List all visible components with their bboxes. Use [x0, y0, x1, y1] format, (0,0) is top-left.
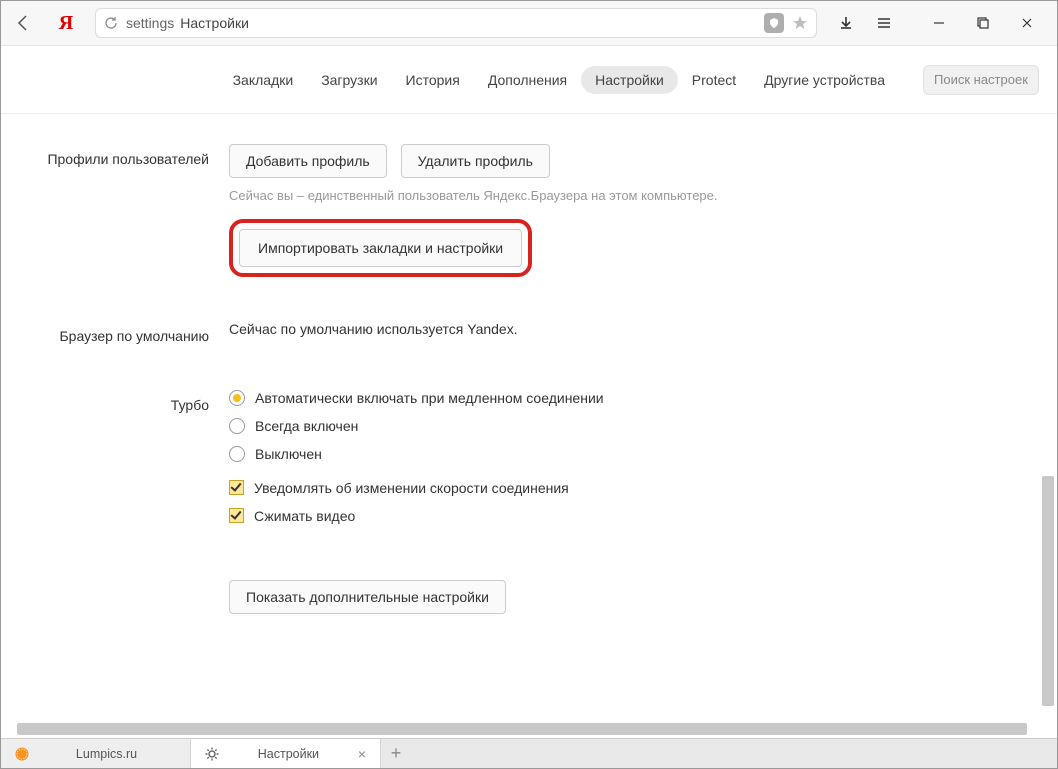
delete-profile-button[interactable]: Удалить профиль: [401, 144, 550, 178]
tab-title: Lumpics.ru: [37, 747, 176, 761]
tab-settings[interactable]: Настройки ×: [191, 739, 381, 768]
nav-history[interactable]: История: [392, 66, 474, 94]
turbo-radio-always[interactable]: Всегда включен: [229, 418, 1017, 434]
back-button[interactable]: [9, 9, 37, 37]
nav-downloads[interactable]: Загрузки: [307, 66, 391, 94]
downloads-button[interactable]: [829, 8, 863, 38]
orange-circle-icon: [15, 747, 29, 761]
settings-search-input[interactable]: Поиск настроек: [923, 65, 1039, 95]
section-label-turbo: Турбо: [1, 390, 229, 536]
checkbox-icon: [229, 508, 244, 523]
bookmark-star-icon[interactable]: [790, 13, 810, 33]
import-highlight: Импортировать закладки и настройки: [229, 219, 532, 277]
section-turbo: Турбо Автоматически включать при медленн…: [1, 390, 1057, 536]
tab-lumpics[interactable]: Lumpics.ru: [1, 739, 191, 768]
turbo-check-compress[interactable]: Сжимать видео: [229, 508, 1017, 524]
section-default-browser: Браузер по умолчанию Сейчас по умолчанию…: [1, 321, 1057, 346]
horizontal-scrollbar-thumb[interactable]: [17, 723, 1027, 735]
nav-extensions[interactable]: Дополнения: [474, 66, 581, 94]
radio-icon: [229, 446, 245, 462]
yandex-logo-icon[interactable]: Я: [53, 10, 79, 36]
url-path: settings: [126, 15, 174, 31]
close-icon[interactable]: ×: [358, 746, 366, 762]
address-bar[interactable]: settings Настройки: [95, 8, 817, 38]
nav-other-devices[interactable]: Другие устройства: [750, 66, 899, 94]
url-title: Настройки: [180, 15, 249, 31]
nav-bookmarks[interactable]: Закладки: [219, 66, 308, 94]
tab-title: Настройки: [227, 747, 350, 761]
protect-shield-icon[interactable]: [764, 13, 784, 33]
import-bookmarks-button[interactable]: Импортировать закладки и настройки: [239, 229, 522, 267]
close-button[interactable]: [1005, 8, 1049, 38]
search-placeholder: Поиск настроек: [934, 72, 1028, 87]
gear-icon: [205, 747, 219, 761]
show-advanced-button[interactable]: Показать дополнительные настройки: [229, 580, 506, 614]
checkbox-icon: [229, 480, 244, 495]
section-profiles: Профили пользователей Добавить профиль У…: [1, 144, 1057, 277]
page-content: Закладки Загрузки История Дополнения Нас…: [1, 46, 1057, 738]
vertical-scrollbar-thumb[interactable]: [1042, 476, 1054, 706]
window-controls: [917, 8, 1049, 38]
reload-icon[interactable]: [102, 14, 120, 32]
radio-icon: [229, 390, 245, 406]
section-label-default-browser: Браузер по умолчанию: [1, 321, 229, 346]
browser-tabbar: Lumpics.ru Настройки × +: [1, 738, 1057, 768]
section-advanced: Показать дополнительные настройки: [1, 580, 1057, 614]
default-browser-text: Сейчас по умолчанию используется Yandex.: [229, 321, 1017, 337]
minimize-button[interactable]: [917, 8, 961, 38]
turbo-radio-auto[interactable]: Автоматически включать при медленном сое…: [229, 390, 1017, 406]
add-profile-button[interactable]: Добавить профиль: [229, 144, 387, 178]
section-label-profiles: Профили пользователей: [1, 144, 229, 277]
nav-settings[interactable]: Настройки: [581, 66, 678, 94]
nav-protect[interactable]: Protect: [678, 66, 750, 94]
new-tab-button[interactable]: +: [381, 739, 411, 768]
turbo-check-notify[interactable]: Уведомлять об изменении скорости соедине…: [229, 480, 1017, 496]
profiles-hint: Сейчас вы – единственный пользователь Ян…: [229, 188, 1017, 203]
menu-button[interactable]: [867, 8, 901, 38]
radio-icon: [229, 418, 245, 434]
maximize-button[interactable]: [961, 8, 1005, 38]
turbo-radio-off[interactable]: Выключен: [229, 446, 1017, 462]
browser-titlebar: Я settings Настройки: [1, 1, 1057, 46]
settings-nav: Закладки Загрузки История Дополнения Нас…: [1, 46, 1057, 114]
